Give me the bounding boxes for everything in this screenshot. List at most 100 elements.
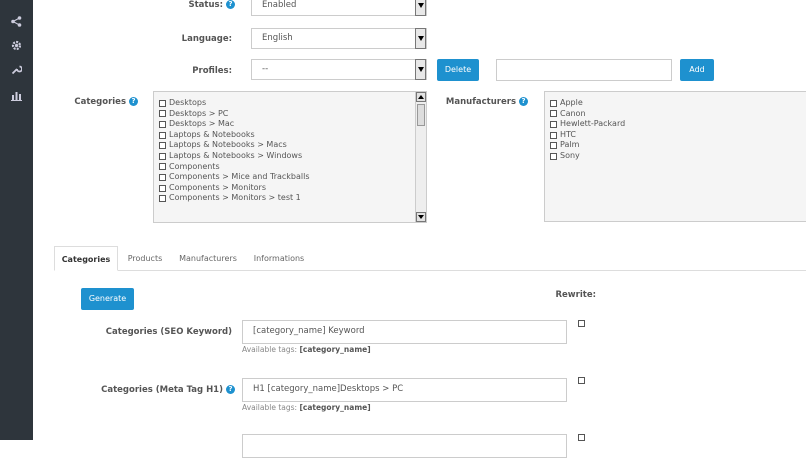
profiles-select[interactable]: --: [251, 59, 427, 80]
chevron-down-icon[interactable]: [415, 28, 426, 49]
rewrite-label: Rewrite:: [555, 290, 597, 300]
checkbox[interactable]: [550, 99, 557, 107]
categories-label: Categories?: [60, 97, 138, 107]
tab-manufacturers[interactable]: Manufacturers: [176, 246, 240, 271]
tab-products[interactable]: Products: [122, 246, 168, 271]
list-item[interactable]: Components: [159, 162, 310, 173]
category-label: Laptops & Notebooks > Windows: [169, 150, 303, 160]
list-item[interactable]: Apple: [550, 98, 625, 109]
categories-label-text: Categories: [74, 97, 126, 107]
status-label-text: Status:: [188, 0, 224, 10]
help-icon[interactable]: ?: [519, 97, 528, 106]
list-item[interactable]: Palm: [550, 140, 625, 151]
category-label: Components > Monitors > test 1: [169, 193, 301, 203]
seo-keyword-hint: Available tags: [category_name]: [242, 345, 371, 354]
list-item[interactable]: Components > Monitors > test 1: [159, 193, 310, 204]
manufacturer-label: HTC: [560, 129, 577, 139]
meta-h1-label: Categories (Meta Tag H1)?: [90, 385, 235, 395]
tab-categories[interactable]: Categories: [54, 246, 118, 271]
checkbox[interactable]: [159, 120, 166, 128]
add-button[interactable]: Add: [680, 59, 714, 81]
checkbox[interactable]: [159, 131, 166, 139]
list-item[interactable]: Desktops: [159, 98, 310, 109]
list-item[interactable]: Laptops & Notebooks > Macs: [159, 140, 310, 151]
checkbox[interactable]: [159, 195, 166, 203]
list-item[interactable]: Desktops > PC: [159, 109, 310, 120]
profiles-select-value: --: [262, 64, 269, 74]
checkbox[interactable]: [550, 110, 557, 118]
manufacturers-label-text: Manufacturers: [445, 97, 516, 107]
checkbox[interactable]: [159, 163, 166, 171]
language-select[interactable]: English: [251, 28, 427, 49]
category-label: Desktops > Mac: [169, 119, 235, 129]
scroll-down-icon[interactable]: [416, 212, 426, 222]
help-icon[interactable]: ?: [226, 0, 235, 9]
checkbox[interactable]: [159, 99, 166, 107]
profiles-label: Profiles:: [192, 66, 232, 76]
chevron-down-icon[interactable]: [415, 0, 426, 16]
status-select[interactable]: Enabled: [251, 0, 427, 16]
tab-informations[interactable]: Informations: [250, 246, 308, 271]
manufacturer-label: Canon: [560, 108, 586, 118]
list-item[interactable]: Components > Mice and Trackballs: [159, 172, 310, 183]
categories-scrollbar[interactable]: [415, 92, 426, 222]
list-item[interactable]: HTC: [550, 130, 625, 141]
category-label: Components: [169, 161, 220, 171]
category-label: Laptops & Notebooks: [169, 129, 255, 139]
hint-prefix: Available tags:: [242, 345, 300, 354]
list-item[interactable]: Sony: [550, 151, 625, 162]
checkbox[interactable]: [159, 173, 166, 181]
category-label: Desktops > PC: [169, 108, 229, 118]
categories-list: Desktops Desktops > PC Desktops > Mac La…: [159, 98, 310, 204]
chevron-down-icon[interactable]: [415, 59, 426, 80]
status-select-value: Enabled: [262, 0, 297, 10]
manufacturer-label: Apple: [560, 98, 583, 107]
manufacturer-label: Hewlett-Packard: [560, 119, 626, 129]
checkbox[interactable]: [159, 184, 166, 192]
wrench-icon[interactable]: [9, 62, 23, 76]
help-icon[interactable]: ?: [226, 385, 235, 394]
language-label: Language:: [181, 34, 232, 44]
rewrite-checkbox[interactable]: [578, 320, 585, 327]
profile-name-input[interactable]: [496, 59, 672, 81]
help-icon[interactable]: ?: [129, 97, 138, 106]
share-icon[interactable]: [9, 14, 23, 28]
checkbox[interactable]: [550, 120, 557, 128]
delete-button[interactable]: Delete: [437, 59, 479, 81]
checkbox[interactable]: [159, 152, 166, 160]
list-item[interactable]: Desktops > Mac: [159, 119, 310, 130]
manufacturer-label: Sony: [560, 150, 580, 160]
tab-bar: Categories Products Manufacturers Inform…: [54, 246, 806, 271]
list-item[interactable]: Laptops & Notebooks > Windows: [159, 151, 310, 162]
list-item[interactable]: Canon: [550, 109, 625, 120]
hint-tag: [category_name]: [299, 403, 371, 412]
list-item[interactable]: Laptops & Notebooks: [159, 130, 310, 141]
generate-button[interactable]: Generate: [81, 288, 134, 310]
checkbox[interactable]: [550, 131, 557, 139]
manufacturers-label: Manufacturers?: [440, 97, 528, 107]
rewrite-checkbox[interactable]: [578, 377, 585, 384]
seo-keyword-input[interactable]: [category_name] Keyword: [242, 320, 567, 344]
checkbox[interactable]: [159, 142, 166, 150]
gear-icon[interactable]: [9, 38, 23, 52]
sidebar: [0, 0, 33, 440]
scroll-thumb[interactable]: [417, 104, 425, 126]
list-item[interactable]: Components > Monitors: [159, 183, 310, 194]
manufacturer-label: Palm: [560, 140, 580, 150]
checkbox[interactable]: [550, 142, 557, 150]
hint-tag: [category_name]: [299, 345, 371, 354]
list-item[interactable]: Hewlett-Packard: [550, 119, 625, 130]
checkbox[interactable]: [159, 110, 166, 118]
manufacturers-list: Apple Canon Hewlett-Packard HTC Palm Son…: [550, 98, 625, 162]
categories-checklist: Desktops Desktops > PC Desktops > Mac La…: [153, 91, 427, 223]
bar-chart-icon[interactable]: [9, 88, 23, 102]
meta-h1-input[interactable]: H1 [category_name]Desktops > PC: [242, 378, 567, 402]
category-label: Components > Monitors: [169, 182, 266, 192]
category-label: Laptops & Notebooks > Macs: [169, 140, 287, 150]
checkbox[interactable]: [550, 152, 557, 160]
category-label: Components > Mice and Trackballs: [169, 172, 310, 182]
hint-prefix: Available tags:: [242, 403, 300, 412]
next-field-input[interactable]: [242, 434, 567, 458]
scroll-up-icon[interactable]: [416, 92, 426, 102]
seo-keyword-label: Categories (SEO Keyword): [105, 327, 232, 337]
